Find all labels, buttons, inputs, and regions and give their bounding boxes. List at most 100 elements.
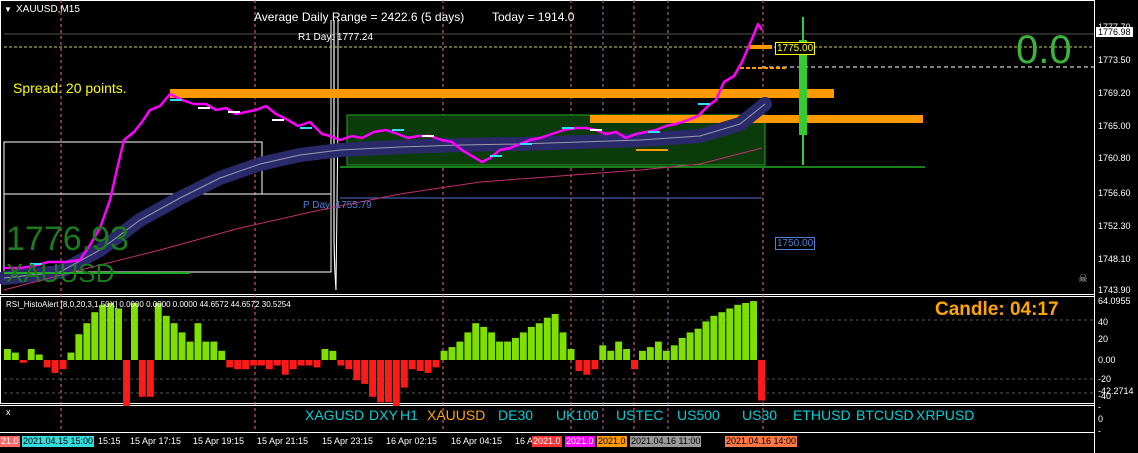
big-symbol-watermark: XAUUSD xyxy=(6,258,115,288)
histogram-bar xyxy=(519,332,527,360)
time-axis-label: 15 Apr 17:15 xyxy=(130,436,182,446)
symbol-button-ethusd[interactable]: ETHUSD xyxy=(793,407,851,423)
today-text: Today = 1914.0 xyxy=(492,10,575,24)
histogram-bar xyxy=(488,332,496,360)
histogram-bar xyxy=(424,360,432,373)
time-axis-label: 16 Apr 02:15 xyxy=(386,436,438,446)
symbol-button-de30[interactable]: DE30 xyxy=(498,407,533,423)
symbol-button-btcusd[interactable]: BTCUSD xyxy=(856,407,914,423)
histogram-bar xyxy=(472,323,480,360)
histogram-bar xyxy=(742,303,750,360)
chart-canvas[interactable]: ☠ xyxy=(0,0,1138,453)
histogram-bar xyxy=(575,360,583,371)
histogram-bar xyxy=(250,360,257,366)
histogram-bar xyxy=(162,315,170,360)
histogram-bar xyxy=(448,347,456,360)
symbol-button-us30[interactable]: US30 xyxy=(742,407,777,423)
level-1750-label: 1750.00 xyxy=(775,237,816,250)
small-level-bar xyxy=(750,45,772,49)
histogram-bar xyxy=(337,360,345,366)
symbol-button-xauusd[interactable]: XAUUSD xyxy=(427,407,485,423)
histogram-bar xyxy=(710,315,718,360)
histogram-bar xyxy=(43,360,51,368)
range-box-1 xyxy=(3,141,263,195)
symbol-button-xrpusd[interactable]: XRPUSD xyxy=(916,407,974,423)
histogram-bar xyxy=(726,308,734,360)
footer-axis-tick: 0 xyxy=(1098,414,1104,424)
symbol-timeframe: XAUUSD,M15 xyxy=(16,4,80,15)
time-axis-label: 16 Apr 04:15 xyxy=(451,436,503,446)
time-marker-tag: 2021.04.16 14:00 xyxy=(725,436,798,447)
time-axis-label: 15 Apr 19:15 xyxy=(193,436,245,446)
adr-text: Average Daily Range = 2422.6 (5 days) xyxy=(254,10,465,24)
histogram-bar xyxy=(583,360,591,375)
symbol-button-h1[interactable]: H1 xyxy=(400,407,418,423)
candle-timer: Candle: 04:17 xyxy=(935,299,1059,320)
histogram-bar xyxy=(535,323,543,360)
indicator-axis-label: 20 xyxy=(1098,334,1109,344)
histogram-bar xyxy=(289,360,297,370)
histogram-bar xyxy=(75,334,83,360)
time-axis-label: 15 Apr 21:15 xyxy=(257,436,309,446)
histogram-bar xyxy=(527,326,535,360)
level-1775-label: 1775.00 xyxy=(775,42,816,55)
histogram-bar xyxy=(59,360,67,370)
current-price-tag: 1776.98 xyxy=(1096,27,1133,37)
histogram-bar xyxy=(377,360,384,403)
indicator-title: RSI_HistoAlert [8,0,20,3,1,50X] 0.0000 0… xyxy=(6,300,291,309)
indicator-axis-label: -20 xyxy=(1098,374,1112,384)
histogram-bar xyxy=(353,360,361,381)
symbol-button-uk100[interactable]: UK100 xyxy=(556,407,599,423)
histogram-bar xyxy=(662,350,670,360)
time-axis-label: 15 Apr 23:15 xyxy=(322,436,374,446)
histogram-bar xyxy=(654,341,662,360)
histogram-bar xyxy=(385,360,392,403)
histogram-bar xyxy=(321,349,329,360)
histogram-bar xyxy=(416,360,424,371)
histogram-bar xyxy=(670,345,678,360)
triangle-down-icon[interactable]: ▼ xyxy=(4,5,12,14)
histogram-bar xyxy=(265,360,273,370)
indicator-axis-label: 64.0955 xyxy=(1098,296,1131,306)
histogram-bar xyxy=(218,350,226,360)
close-x-icon[interactable]: x xyxy=(6,407,11,417)
price-axis-label: 1769.20 xyxy=(1098,88,1131,98)
price-axis-label: 1765.00 xyxy=(1098,121,1131,131)
histogram-bar xyxy=(210,341,218,360)
histogram-bar xyxy=(678,337,686,360)
histogram-bar xyxy=(281,360,289,375)
histogram-bar xyxy=(202,341,210,360)
histogram-bar xyxy=(607,350,615,360)
histogram-bar xyxy=(369,360,376,397)
histogram-bar xyxy=(35,354,43,360)
histogram-bar xyxy=(567,349,575,360)
p-day-label: P Day: 1755.79 xyxy=(303,200,372,211)
footer-axis-tick: - xyxy=(1098,402,1101,412)
histogram-bar xyxy=(734,304,742,360)
histogram-bar xyxy=(504,341,511,360)
histogram-bar xyxy=(631,360,638,370)
r1-day-label: R1 Day: 1777.24 xyxy=(298,32,374,43)
histogram-bar xyxy=(186,341,194,360)
histogram-bar xyxy=(146,360,154,397)
symbol-button-xagusd[interactable]: XAGUSD xyxy=(305,407,364,423)
price-axis-label: 1756.60 xyxy=(1098,188,1131,198)
histogram-bar xyxy=(178,332,186,360)
time-marker-tag: 2021.0 xyxy=(565,436,595,447)
histogram-bar xyxy=(591,360,599,370)
histogram-bar xyxy=(559,332,567,360)
symbol-button-dxy[interactable]: DXY xyxy=(369,407,398,423)
histogram-bar xyxy=(329,350,337,360)
histogram-bar xyxy=(718,312,726,360)
histogram-bar xyxy=(51,360,59,373)
price-axis-label: 1760.80 xyxy=(1098,153,1131,163)
rsi-histogram xyxy=(4,301,765,406)
symbol-button-us500[interactable]: US500 xyxy=(677,407,720,423)
symbol-button-ustec[interactable]: USTEC xyxy=(616,407,663,423)
histogram-bar xyxy=(138,360,146,397)
histogram-bar xyxy=(750,301,757,360)
histogram-bar xyxy=(99,304,107,360)
time-marker-tag: 2021.0 xyxy=(532,436,562,447)
histogram-bar xyxy=(234,360,242,370)
indicator-axis-label: 0.00 xyxy=(1098,355,1116,365)
